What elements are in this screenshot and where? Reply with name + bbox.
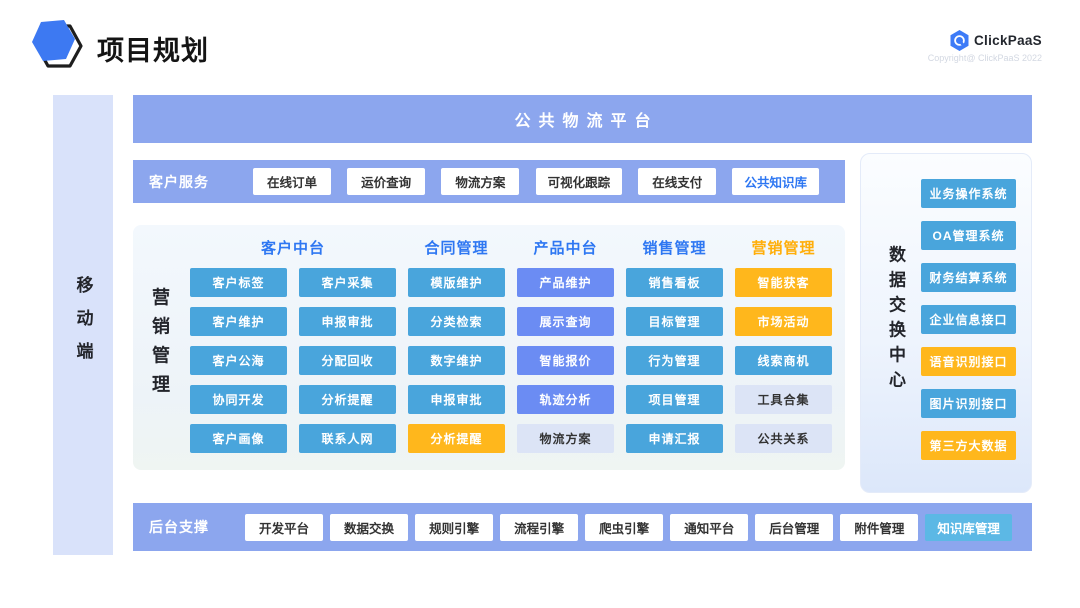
column-header-contract-management: 合同管理	[408, 236, 505, 258]
module-cell[interactable]: 线索商机	[735, 346, 832, 375]
button-rule-engine[interactable]: 规则引擎	[415, 514, 493, 541]
button-online-payment[interactable]: 在线支付	[638, 168, 716, 195]
backend-support-buttons: 开发平台 数据交换 规则引擎 流程引擎 爬虫引擎 通知平台 后台管理 附件管理 …	[245, 514, 1012, 541]
copyright-text: Copyright@ ClickPaaS 2022	[928, 53, 1042, 63]
module-cell[interactable]: 客户维护	[190, 307, 287, 336]
column-header-product-platform: 产品中台	[517, 236, 614, 258]
module-cell[interactable]: 图片识别接口	[921, 389, 1016, 418]
backend-support-row: 后台支撑 开发平台 数据交换 规则引擎 流程引擎 爬虫引擎 通知平台 后台管理 …	[133, 503, 1032, 551]
module-cell[interactable]: 语音识别接口	[921, 347, 1016, 376]
module-cell[interactable]: 协同开发	[190, 385, 287, 414]
module-cell[interactable]: 工具合集	[735, 385, 832, 414]
button-dev-platform[interactable]: 开发平台	[245, 514, 323, 541]
column-header-sales-management: 销售管理	[626, 236, 723, 258]
module-cell[interactable]: 客户公海	[190, 346, 287, 375]
module-cell[interactable]: 分配回收	[299, 346, 396, 375]
module-cell[interactable]: 公共关系	[735, 424, 832, 453]
clickpaas-logo: ClickPaaS Copyright@ ClickPaaS 2022	[928, 30, 1042, 63]
mobile-side-bar: 移动端	[53, 95, 113, 555]
module-cell[interactable]: 物流方案	[517, 424, 614, 453]
project-planning-diagram: 项目规划 ClickPaaS Copyright@ ClickPaaS 2022…	[0, 0, 1080, 608]
logistics-platform-banner: 公共物流平台	[133, 95, 1032, 143]
data-exchange-cells: 业务操作系统 OA管理系统 财务结算系统 企业信息接口 语音识别接口 图片识别接…	[921, 179, 1016, 460]
module-cell[interactable]: 申请汇报	[626, 424, 723, 453]
button-backend-management[interactable]: 后台管理	[755, 514, 833, 541]
module-cell[interactable]: 销售看板	[626, 268, 723, 297]
module-cell[interactable]: 目标管理	[626, 307, 723, 336]
module-cell[interactable]: OA管理系统	[921, 221, 1016, 250]
module-cell[interactable]: 产品维护	[517, 268, 614, 297]
module-cell[interactable]: 分类检索	[408, 307, 505, 336]
module-cell[interactable]: 分析提醒	[299, 385, 396, 414]
backend-support-label: 后台支撑	[149, 517, 209, 537]
button-freight-query[interactable]: 运价查询	[347, 168, 425, 195]
mobile-side-bar-label: 移动端	[71, 276, 96, 375]
data-exchange-center-side-label: 数据交换中心	[883, 246, 908, 401]
module-cell[interactable]: 展示查询	[517, 307, 614, 336]
module-cell[interactable]: 企业信息接口	[921, 305, 1016, 334]
button-knowledge-base-management[interactable]: 知识库管理	[925, 514, 1012, 541]
button-crawler-engine[interactable]: 爬虫引擎	[585, 514, 663, 541]
module-cell[interactable]: 市场活动	[735, 307, 832, 336]
page-title: 项目规划	[97, 29, 209, 68]
module-cell[interactable]: 数字维护	[408, 346, 505, 375]
module-cell[interactable]: 联系人网	[299, 424, 396, 453]
module-cell[interactable]: 客户采集	[299, 268, 396, 297]
data-exchange-center-panel: 数据交换中心 业务操作系统 OA管理系统 财务结算系统 企业信息接口 语音识别接…	[860, 153, 1032, 493]
module-cell[interactable]: 行为管理	[626, 346, 723, 375]
button-online-order[interactable]: 在线订单	[253, 168, 331, 195]
module-cell[interactable]: 申报审批	[408, 385, 505, 414]
module-cell[interactable]: 智能获客	[735, 268, 832, 297]
column-header-customer-platform: 客户中台	[190, 236, 396, 258]
column-header-marketing-management: 营销管理	[735, 236, 832, 258]
module-cell[interactable]: 客户标签	[190, 268, 287, 297]
module-cell[interactable]: 项目管理	[626, 385, 723, 414]
clickpaas-hexagon-icon	[950, 30, 969, 51]
module-grid: 客户中台 合同管理 产品中台 销售管理 营销管理 客户标签 客户采集 模版维护 …	[190, 236, 832, 453]
button-visual-tracking[interactable]: 可视化跟踪	[536, 168, 623, 195]
button-data-exchange[interactable]: 数据交换	[330, 514, 408, 541]
button-attachment-management[interactable]: 附件管理	[840, 514, 918, 541]
logistics-platform-banner-label: 公共物流平台	[506, 107, 658, 131]
hexagon-logo-icon	[27, 18, 89, 76]
module-cell[interactable]: 业务操作系统	[921, 179, 1016, 208]
module-cell[interactable]: 申报审批	[299, 307, 396, 336]
marketing-management-panel: 营销管理 客户中台 合同管理 产品中台 销售管理 营销管理 客户标签 客户采集 …	[133, 225, 845, 470]
clickpaas-logo-text: ClickPaaS	[974, 33, 1042, 48]
customer-service-buttons: 在线订单 运价查询 物流方案 可视化跟踪 在线支付 公共知识库	[253, 168, 819, 195]
module-cell[interactable]: 分析提醒	[408, 424, 505, 453]
customer-service-row: 客户服务 在线订单 运价查询 物流方案 可视化跟踪 在线支付 公共知识库	[133, 160, 845, 203]
module-cell[interactable]: 客户画像	[190, 424, 287, 453]
button-public-knowledge-base[interactable]: 公共知识库	[732, 168, 819, 195]
button-notification-platform[interactable]: 通知平台	[670, 514, 748, 541]
button-logistics-plan[interactable]: 物流方案	[441, 168, 519, 195]
module-cell[interactable]: 轨迹分析	[517, 385, 614, 414]
module-cell[interactable]: 智能报价	[517, 346, 614, 375]
marketing-management-side-label: 营销管理	[147, 287, 173, 408]
button-process-engine[interactable]: 流程引擎	[500, 514, 578, 541]
module-cell[interactable]: 模版维护	[408, 268, 505, 297]
customer-service-label: 客户服务	[149, 172, 209, 192]
module-cell[interactable]: 第三方大数据	[921, 431, 1016, 460]
module-cell[interactable]: 财务结算系统	[921, 263, 1016, 292]
